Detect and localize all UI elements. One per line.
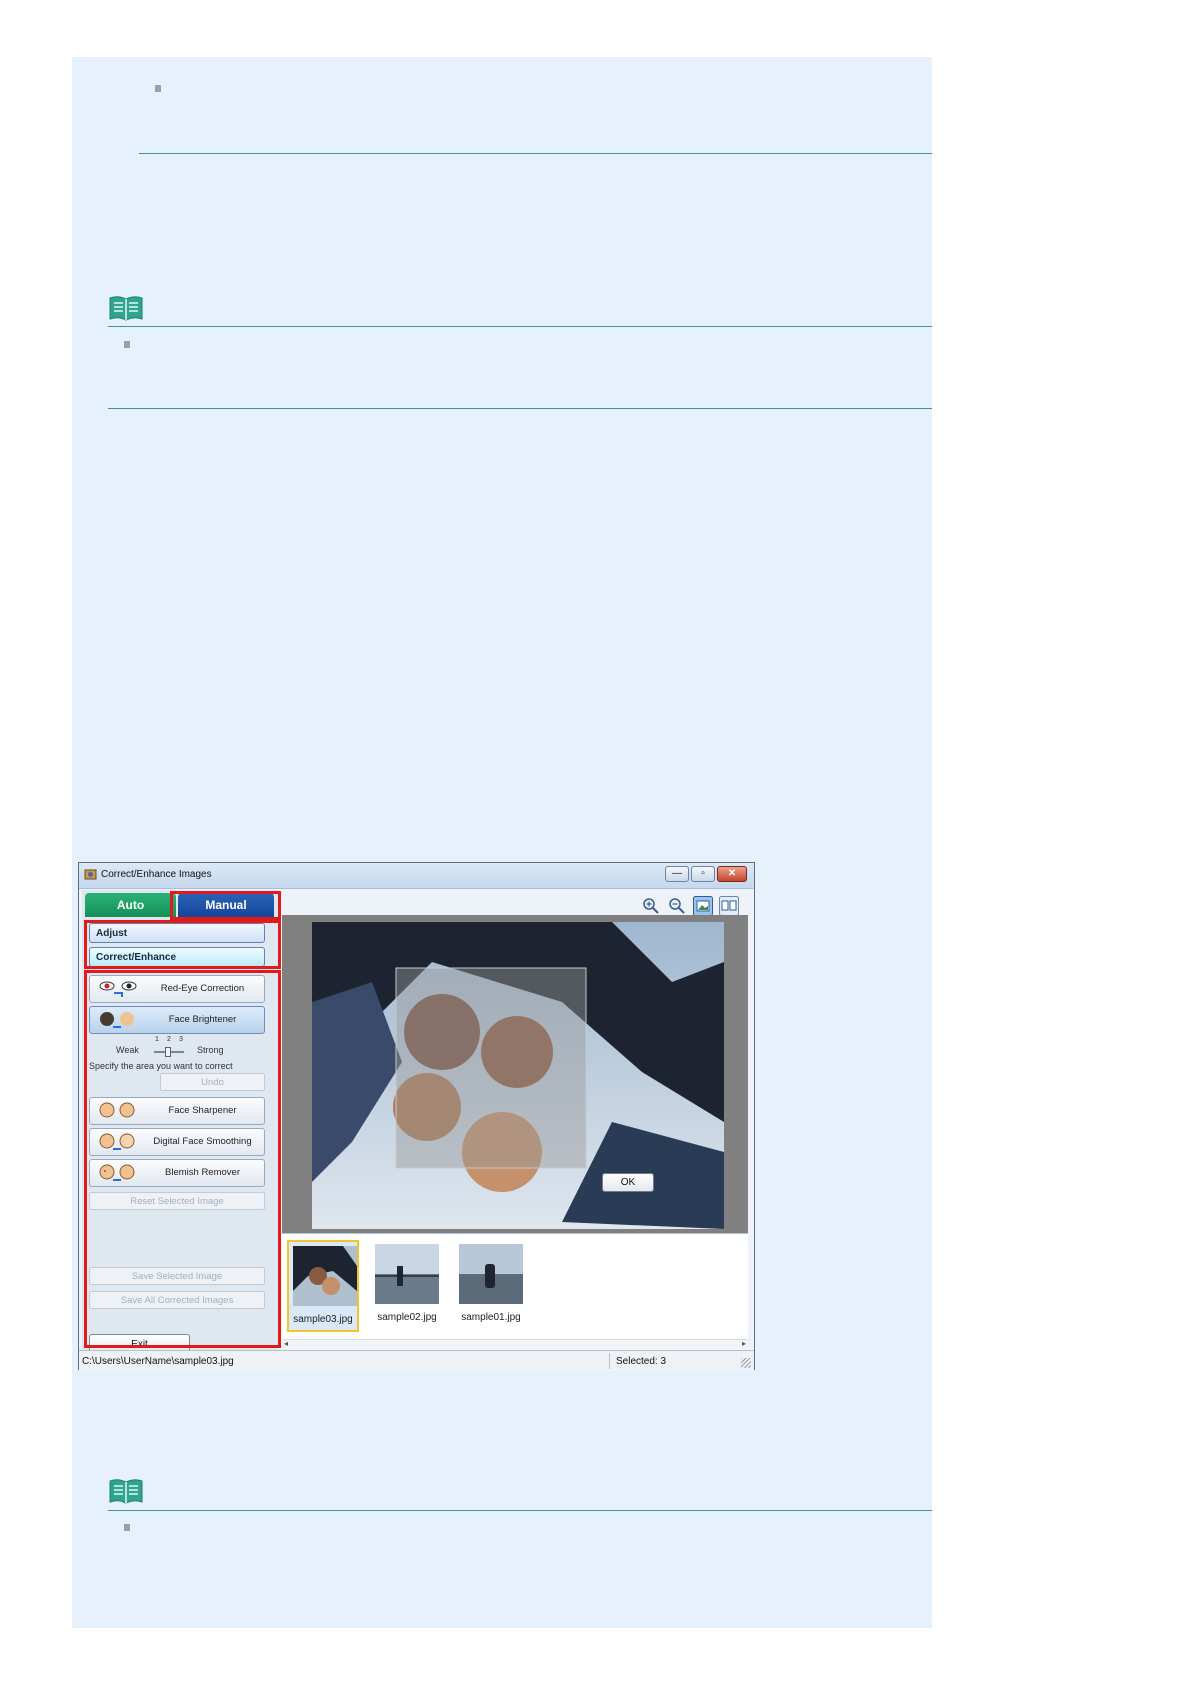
help-page [72, 57, 932, 1628]
slider-thumb[interactable] [165, 1047, 171, 1057]
thumbnail-item[interactable]: sample01.jpg [455, 1240, 527, 1332]
thumbnail-strip: sample03.jpg sample02.jpg sample01.jpg [282, 1233, 748, 1352]
minimize-button[interactable]: — [665, 866, 689, 882]
note-icon [109, 1479, 143, 1504]
scroll-right-icon[interactable]: ▸ [742, 1339, 746, 1348]
thumbnail-image [459, 1244, 523, 1304]
close-icon: ✕ [727, 868, 737, 879]
scroll-left-icon[interactable]: ◂ [284, 1339, 288, 1348]
preview-photo [312, 922, 724, 1229]
close-button[interactable]: ✕ [717, 866, 747, 882]
face-brightener-icon [100, 1012, 134, 1028]
note-icon [109, 296, 143, 321]
thumbnail-caption: sample01.jpg [461, 1312, 521, 1323]
status-bar: C:\Users\UserName\sample03.jpg Selected:… [79, 1350, 754, 1371]
face-sharpener-label: Face Sharpener [168, 1105, 237, 1116]
tab-manual[interactable]: Manual [178, 893, 274, 917]
face-sharpener-button[interactable]: Face Sharpener [89, 1097, 265, 1125]
blemish-remover-button[interactable]: Blemish Remover [89, 1159, 265, 1187]
tab-auto[interactable]: Auto [85, 893, 176, 917]
slider-weak-label: Weak [116, 1045, 139, 1055]
horizontal-scrollbar[interactable]: ◂ ▸ [282, 1339, 748, 1350]
blemish-remover-label: Blemish Remover [165, 1167, 240, 1178]
maximize-icon: ▫ [701, 868, 705, 879]
red-eye-correction-label: Red-Eye Correction [160, 983, 245, 994]
strength-slider[interactable] [152, 1047, 186, 1057]
thumbnail-item[interactable]: sample03.jpg [287, 1240, 359, 1332]
selected-count-text: Selected: 3 [616, 1356, 667, 1367]
slider-tick-1: 1 [155, 1036, 159, 1043]
blemish-remover-icon [99, 1164, 135, 1181]
thumbnail-image [293, 1246, 357, 1306]
digital-face-smoothing-button[interactable]: Digital Face Smoothing [89, 1128, 265, 1156]
save-selected-image-button[interactable]: Save Selected Image [89, 1267, 265, 1285]
section-divider [139, 153, 932, 154]
left-panel: Auto Manual Adjust Correct/Enhance Red-E… [82, 890, 278, 1354]
thumbnail-caption: sample02.jpg [377, 1312, 437, 1323]
zoom-in-icon[interactable] [641, 896, 661, 916]
compare-view-icon[interactable] [719, 896, 739, 916]
resize-grip-icon[interactable] [741, 1358, 751, 1368]
red-eye-correction-button[interactable]: Red-Eye Correction [89, 975, 265, 1003]
status-separator [609, 1353, 610, 1369]
bullet-icon [124, 341, 130, 348]
face-brightener-label: Face Brightener [168, 1014, 237, 1025]
preview-area[interactable] [282, 915, 748, 1233]
face-sharpener-icon [99, 1102, 135, 1118]
whole-image-view-icon[interactable] [693, 896, 713, 916]
file-path-text: C:\Users\UserName\sample03.jpg [82, 1356, 234, 1367]
bullet-icon [124, 1524, 130, 1531]
app-icon [84, 869, 97, 880]
undo-button[interactable]: Undo [160, 1073, 265, 1091]
adjust-button[interactable]: Adjust [89, 923, 265, 943]
thumbnail-caption: sample03.jpg [293, 1314, 353, 1325]
title-bar[interactable]: Correct/Enhance Images — ▫ ✕ [79, 863, 754, 889]
correct-enhance-button[interactable]: Correct/Enhance [89, 947, 265, 967]
zoom-out-icon[interactable] [667, 896, 687, 916]
maximize-button[interactable]: ▫ [691, 866, 715, 882]
window-title: Correct/Enhance Images [101, 869, 212, 880]
thumbnail-image [375, 1244, 439, 1304]
thumbnail-item[interactable]: sample02.jpg [371, 1240, 443, 1332]
correct-enhance-window: Correct/Enhance Images — ▫ ✕ Auto Manual… [78, 862, 755, 1371]
bullet-icon [155, 85, 161, 92]
slider-strong-label: Strong [197, 1045, 224, 1055]
slider-tick-3: 3 [179, 1036, 183, 1043]
face-brightener-button[interactable]: Face Brightener [89, 1006, 265, 1034]
slider-tick-2: 2 [167, 1036, 171, 1043]
note-top-divider [108, 326, 932, 327]
note-top-divider [108, 1510, 932, 1511]
save-all-corrected-images-button[interactable]: Save All Corrected Images [89, 1291, 265, 1309]
ok-button[interactable]: OK [602, 1173, 654, 1192]
minimize-icon: — [672, 868, 682, 879]
area-hint-text: Specify the area you want to correct [89, 1061, 233, 1071]
red-eye-icon [99, 981, 137, 997]
reset-selected-image-button[interactable]: Reset Selected Image [89, 1192, 265, 1210]
face-smoothing-icon [99, 1133, 135, 1150]
digital-face-smoothing-label: Digital Face Smoothing [153, 1136, 252, 1147]
note-bottom-divider [108, 408, 932, 409]
